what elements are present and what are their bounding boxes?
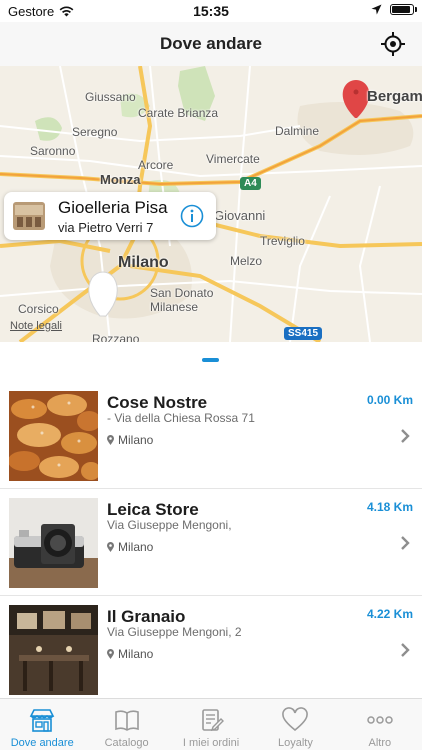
map-marker-icon xyxy=(107,649,114,659)
store-photo xyxy=(9,605,98,695)
tab-altro[interactable]: Altro xyxy=(338,699,422,750)
chevron-right-icon xyxy=(401,429,410,443)
map-label: Saronno xyxy=(30,144,76,158)
tab-dove-andare[interactable]: Dove andare xyxy=(0,699,84,750)
store-map[interactable]: Giussano Carate Brianza Seregno Saronno … xyxy=(0,66,422,342)
store-row[interactable]: Il Granaio Via Giuseppe Mengoni, 2 Milan… xyxy=(0,596,422,703)
map-label: Seregno xyxy=(72,125,118,139)
map-label: Corsico xyxy=(18,302,59,316)
store-street: - Via della Chiesa Rossa 71 xyxy=(107,411,255,425)
store-photo xyxy=(9,391,98,481)
highway-shield: A4 xyxy=(240,177,261,190)
map-label: Giovanni xyxy=(214,208,266,223)
map-callout[interactable]: Gioelleria Pisa via Pietro Verri 7 xyxy=(4,192,216,240)
store-city-label: Milano xyxy=(118,433,154,447)
store-thumbnail xyxy=(13,202,45,230)
store-icon xyxy=(29,709,55,732)
store-city: Milano xyxy=(107,433,153,447)
location-arrow-icon xyxy=(371,4,382,15)
tab-label: Catalogo xyxy=(104,737,149,749)
store-name: Il Granaio xyxy=(107,607,186,626)
map-label: Melzo xyxy=(230,254,263,268)
status-time: 15:35 xyxy=(193,3,229,19)
navigation-bar: Dove andare xyxy=(0,22,422,66)
map-label: Treviglio xyxy=(260,234,305,248)
more-icon xyxy=(367,716,393,724)
battery-icon xyxy=(390,4,417,15)
store-distance: 4.18 Km xyxy=(366,500,413,514)
tab-i-miei-ordini[interactable]: I miei ordini xyxy=(169,699,253,750)
store-city-label: Milano xyxy=(118,647,154,661)
callout-store-name: Gioelleria Pisa xyxy=(58,198,168,217)
map-label: Carate Brianza xyxy=(138,106,219,120)
store-name: Leica Store xyxy=(107,500,199,519)
map-label: Dalmine xyxy=(275,124,320,138)
orders-icon xyxy=(202,709,225,732)
map-label: Bergam xyxy=(367,88,422,105)
map-marker-icon xyxy=(107,435,114,445)
store-list: Cose Nostre - Via della Chiesa Rossa 71 … xyxy=(0,382,422,703)
store-street: Via Giuseppe Mengoni, xyxy=(107,518,232,532)
map-label: San Donato xyxy=(150,286,214,300)
map-label: Giussano xyxy=(85,90,136,104)
page-indicator xyxy=(202,358,219,362)
status-bar: Gestore 15:35 xyxy=(0,0,422,22)
store-city: Milano xyxy=(107,647,153,661)
tab-loyalty[interactable]: Loyalty xyxy=(253,699,337,750)
map-label: Arcore xyxy=(138,158,174,172)
map-marker-icon xyxy=(107,542,114,552)
highway-shield: SS415 xyxy=(284,327,323,340)
tab-label: Loyalty xyxy=(277,737,313,749)
heart-icon xyxy=(282,707,309,732)
tab-label: I miei ordini xyxy=(182,737,240,749)
store-distance: 4.22 Km xyxy=(366,607,413,621)
store-city-label: Milano xyxy=(118,540,154,554)
info-icon[interactable] xyxy=(180,204,204,228)
map-label: Milanese xyxy=(150,300,199,314)
map-label: Rozzano xyxy=(92,332,140,342)
legal-notes-link[interactable]: Note legali xyxy=(10,320,62,332)
store-distance: 0.00 Km xyxy=(366,393,413,407)
map-label: Vimercate xyxy=(206,152,260,166)
store-row[interactable]: Cose Nostre - Via della Chiesa Rossa 71 … xyxy=(0,382,422,489)
store-city: Milano xyxy=(107,540,153,554)
map-label: Milano xyxy=(118,254,169,271)
chevron-right-icon xyxy=(401,536,410,550)
map-label: Monza xyxy=(100,172,141,187)
chevron-right-icon xyxy=(401,643,410,657)
tab-bar: Dove andare Catalogo I miei ordini Loyal… xyxy=(0,698,422,750)
store-photo xyxy=(9,498,98,588)
store-row[interactable]: Leica Store Via Giuseppe Mengoni, Milano… xyxy=(0,489,422,596)
crosshair-icon[interactable] xyxy=(380,31,406,57)
tab-label: Dove andare xyxy=(10,737,74,749)
tab-label: Altro xyxy=(368,737,392,749)
page-title: Dove andare xyxy=(159,34,263,53)
store-street: Via Giuseppe Mengoni, 2 xyxy=(107,625,242,639)
book-icon xyxy=(114,710,139,731)
store-name: Cose Nostre xyxy=(107,393,208,412)
tab-catalogo[interactable]: Catalogo xyxy=(84,699,168,750)
callout-store-address: via Pietro Verri 7 xyxy=(58,220,154,235)
